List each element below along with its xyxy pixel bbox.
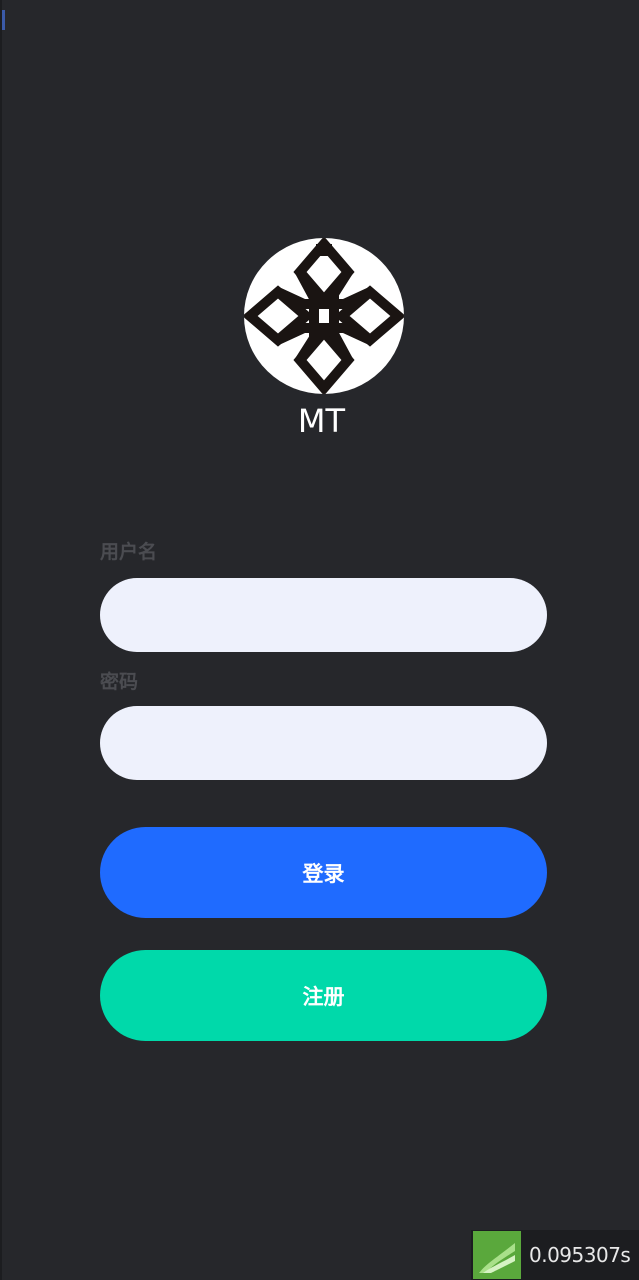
perf-monitor-icon xyxy=(473,1231,521,1279)
perf-time: 0.095307s xyxy=(529,1243,631,1267)
username-input[interactable] xyxy=(100,578,547,652)
password-label: 密码 xyxy=(100,671,139,693)
perf-badge: 0.095307s xyxy=(471,1230,639,1280)
password-input[interactable] xyxy=(100,706,547,780)
login-button[interactable]: 登录 xyxy=(100,827,547,918)
brand-logo xyxy=(244,238,404,394)
corner-marker xyxy=(2,10,5,30)
login-screen: MT 用户名 密码 登录 注册 0.095307s xyxy=(0,0,639,1280)
brand-name: MT xyxy=(297,402,346,440)
register-button[interactable]: 注册 xyxy=(100,950,547,1041)
username-label: 用户名 xyxy=(100,541,158,563)
cross-knot-logo-icon xyxy=(244,238,404,394)
